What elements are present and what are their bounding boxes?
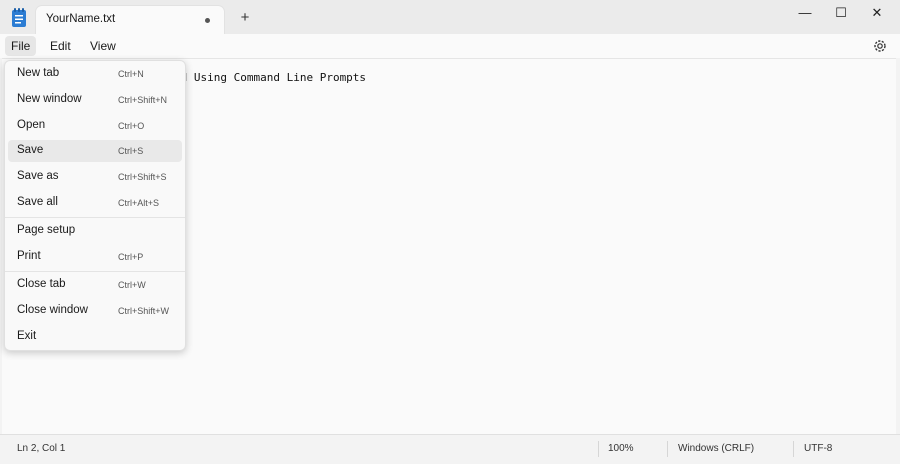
menu-item-print[interactable]: Print Ctrl+P bbox=[8, 246, 182, 268]
menu-item-page-setup[interactable]: Page setup bbox=[8, 220, 182, 242]
menu-item-label: New tab bbox=[17, 67, 60, 79]
menu-item-shortcut: Ctrl+W bbox=[118, 280, 146, 290]
menu-item-label: Close tab bbox=[17, 278, 66, 290]
menu-item-shortcut: Ctrl+N bbox=[118, 69, 144, 79]
menu-item-label: Save as bbox=[17, 170, 59, 182]
menu-item-save[interactable]: Save Ctrl+S bbox=[8, 140, 182, 162]
menu-item-new-window[interactable]: New window Ctrl+Shift+N bbox=[8, 89, 182, 111]
menu-separator bbox=[5, 271, 185, 272]
menu-item-save-as[interactable]: Save as Ctrl+Shift+S bbox=[8, 166, 182, 188]
editor-content: ed Using Command Line Prompts bbox=[174, 71, 367, 84]
menu-item-shortcut: Ctrl+O bbox=[118, 121, 145, 131]
cursor-position: Ln 2, Col 1 bbox=[17, 443, 66, 454]
tab-yourname[interactable]: YourName.txt bbox=[36, 6, 224, 34]
menu-item-shortcut: Ctrl+Shift+S bbox=[118, 172, 167, 182]
menu-item-shortcut: Ctrl+Shift+W bbox=[118, 306, 170, 316]
menu-file[interactable]: File bbox=[5, 36, 37, 56]
new-tab-button[interactable]: + bbox=[236, 9, 254, 27]
close-button[interactable]: ✕ bbox=[858, 0, 896, 28]
unsaved-indicator-icon[interactable] bbox=[205, 18, 210, 23]
menu-separator bbox=[5, 217, 185, 218]
menu-item-label: Exit bbox=[17, 330, 37, 342]
zoom-level[interactable]: 100% bbox=[608, 443, 634, 454]
menu-item-shortcut: Ctrl+Alt+S bbox=[118, 198, 160, 208]
line-ending[interactable]: Windows (CRLF) bbox=[678, 443, 754, 454]
menu-item-label: Save bbox=[17, 144, 44, 156]
menu-item-label: Open bbox=[17, 119, 46, 131]
menu-item-shortcut: Ctrl+Shift+N bbox=[118, 95, 168, 105]
menu-item-label: Page setup bbox=[17, 224, 76, 236]
menu-bar: File Edit View bbox=[0, 34, 900, 58]
title-bar: YourName.txt + — ☐ ✕ bbox=[0, 0, 900, 34]
status-divider bbox=[667, 441, 668, 457]
menu-item-shortcut: Ctrl+S bbox=[118, 146, 144, 156]
menu-item-new-tab[interactable]: New tab Ctrl+N bbox=[8, 63, 182, 85]
menu-item-shortcut: Ctrl+P bbox=[118, 252, 144, 262]
menu-item-label: Save all bbox=[17, 196, 58, 208]
menu-edit[interactable]: Edit bbox=[44, 36, 77, 56]
menu-item-label: New window bbox=[17, 93, 82, 105]
menu-item-exit[interactable]: Exit bbox=[8, 326, 182, 348]
menu-item-label: Close window bbox=[17, 304, 88, 316]
encoding[interactable]: UTF-8 bbox=[804, 443, 832, 454]
maximize-button[interactable]: ☐ bbox=[822, 0, 860, 28]
status-divider bbox=[598, 441, 599, 457]
menu-item-save-all[interactable]: Save all Ctrl+Alt+S bbox=[8, 192, 182, 214]
menu-view[interactable]: View bbox=[84, 36, 122, 56]
status-bar: Ln 2, Col 1 100% Windows (CRLF) UTF-8 bbox=[0, 434, 900, 464]
menu-item-open[interactable]: Open Ctrl+O bbox=[8, 115, 182, 137]
menu-item-close-window[interactable]: Close window Ctrl+Shift+W bbox=[8, 300, 182, 322]
status-divider bbox=[793, 441, 794, 457]
tab-title: YourName.txt bbox=[46, 13, 116, 25]
menu-item-close-tab[interactable]: Close tab Ctrl+W bbox=[8, 274, 182, 296]
settings-gear-icon[interactable] bbox=[872, 38, 888, 54]
minimize-button[interactable]: — bbox=[786, 0, 824, 28]
file-menu-dropdown: New tab Ctrl+N New window Ctrl+Shift+N O… bbox=[4, 60, 186, 351]
menu-item-label: Print bbox=[17, 250, 41, 262]
notepad-icon bbox=[12, 8, 26, 27]
